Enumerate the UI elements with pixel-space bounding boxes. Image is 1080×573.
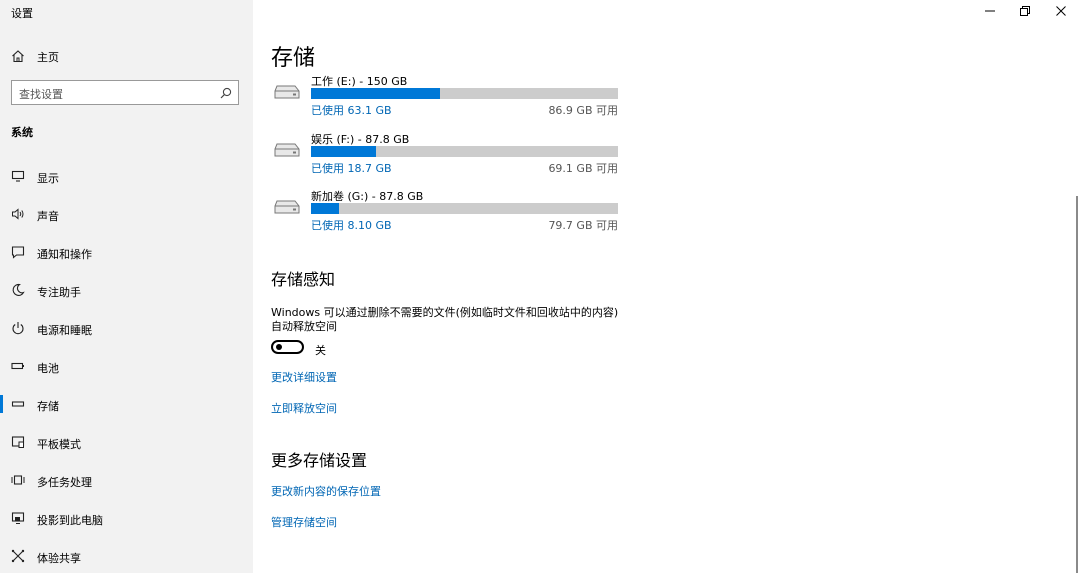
tablet-icon [11,436,25,448]
change-save-location-link[interactable]: 更改新内容的保存位置 [271,483,381,499]
storage-icon [11,401,25,407]
storage-sense-description-2: 自动释放空间 [271,320,337,333]
sidebar-item-power[interactable]: 电源和睡眠 [0,315,253,341]
speaker-icon [12,208,24,220]
moon-icon [12,283,25,296]
sidebar-item-label: 电源和睡眠 [37,324,92,337]
battery-icon [11,362,24,370]
drive-item[interactable]: 工作 (E:) - 150 GB 已使用 63.1 GB 86.9 GB 可用 [271,73,631,123]
hard-drive-icon [274,85,300,99]
sidebar-item-label: 主页 [37,51,59,64]
search-placeholder: 查找设置 [19,88,63,101]
sidebar-item-label: 多任务处理 [37,476,92,489]
sidebar-item-label: 存储 [37,400,59,413]
sidebar-item-home[interactable]: 主页 [0,44,253,68]
drive-usage-fill [311,88,441,99]
sidebar-item-storage[interactable]: 存储 [0,391,253,417]
sidebar-item-label: 显示 [37,172,59,185]
sidebar-item-label: 体验共享 [37,552,81,565]
notification-icon [11,246,25,259]
sidebar-item-label: 投影到此电脑 [37,514,103,527]
change-settings-link[interactable]: 更改详细设置 [271,369,337,385]
sidebar-item-battery[interactable]: 电池 [0,353,253,379]
drive-usage-fill [311,146,377,157]
app-title: 设置 [11,7,33,20]
hard-drive-icon [274,200,300,214]
sidebar-item-label: 声音 [37,210,59,223]
drive-free-text: 69.1 GB 可用 [548,162,618,175]
drive-item[interactable]: 娱乐 (F:) - 87.8 GB 已使用 18.7 GB 69.1 GB 可用 [271,131,631,181]
drive-item[interactable]: 新加卷 (G:) - 87.8 GB 已使用 8.10 GB 79.7 GB 可… [271,188,631,238]
sidebar-item-display[interactable]: 显示 [0,163,253,189]
search-icon[interactable] [220,87,232,99]
free-space-now-link[interactable]: 立即释放空间 [271,400,337,416]
storage-sense-toggle[interactable] [271,340,304,354]
more-storage-settings-heading: 更多存储设置 [271,451,368,470]
share-icon [11,549,25,563]
hard-drive-icon [274,143,300,157]
drive-used-text: 已使用 18.7 GB [311,162,392,175]
section-title: 系统 [11,126,33,139]
sidebar-item-label: 通知和操作 [37,248,92,261]
power-icon [12,322,24,335]
drive-usage-fill [311,203,340,214]
drive-usage-bar [311,203,618,214]
sidebar: 设置 主页 查找设置 系统 显示 声音 通知和操作 专注助手 电源和睡眠 电池 … [0,0,253,573]
toggle-state-label: 关 [315,344,326,357]
project-icon [11,512,25,524]
manage-storage-spaces-link[interactable]: 管理存储空间 [271,514,337,530]
drive-free-text: 86.9 GB 可用 [548,104,618,117]
sidebar-item-tablet-mode[interactable]: 平板模式 [0,429,253,455]
sidebar-item-label: 平板模式 [37,438,81,451]
sidebar-item-shared-experiences[interactable]: 体验共享 [0,543,253,569]
drive-used-text: 已使用 63.1 GB [311,104,392,117]
sidebar-item-sound[interactable]: 声音 [0,201,253,227]
drive-used-text: 已使用 8.10 GB [311,219,392,232]
home-icon [12,50,24,63]
sidebar-item-multitasking[interactable]: 多任务处理 [0,467,253,493]
drive-name: 工作 (E:) - 150 GB [311,75,408,88]
sidebar-item-label: 专注助手 [37,286,81,299]
drive-usage-bar [311,88,618,99]
drive-free-text: 79.7 GB 可用 [548,219,618,232]
sidebar-item-focus-assist[interactable]: 专注助手 [0,277,253,303]
multitask-icon [11,475,25,485]
display-icon [11,170,25,182]
drive-name: 娱乐 (F:) - 87.8 GB [311,133,410,146]
page-title: 存储 [271,46,316,71]
drive-usage-bar [311,146,618,157]
storage-sense-heading: 存储感知 [271,270,336,289]
search-input[interactable]: 查找设置 [11,80,239,105]
sidebar-item-label: 电池 [37,362,59,375]
main-content: 存储 工作 (E:) - 150 GB 已使用 63.1 GB 86.9 GB … [253,0,1080,573]
scrollbar[interactable] [1076,196,1078,573]
drive-name: 新加卷 (G:) - 87.8 GB [311,190,424,203]
sidebar-item-project[interactable]: 投影到此电脑 [0,505,253,531]
sidebar-item-notifications[interactable]: 通知和操作 [0,239,253,265]
